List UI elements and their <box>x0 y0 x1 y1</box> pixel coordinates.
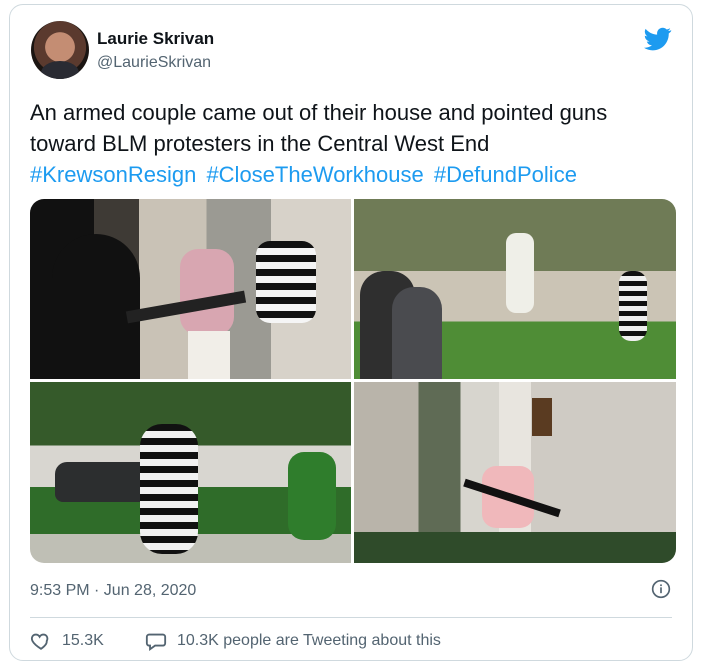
divider <box>30 617 672 618</box>
heart-icon <box>30 633 49 650</box>
tweet-text-line-2: toward BLM protesters in the Central Wes… <box>30 131 490 156</box>
hashtag-defundpolice[interactable]: #DefundPolice <box>434 162 577 187</box>
conversation-link[interactable]: 10.3K people are Tweeting about this <box>145 630 441 652</box>
twitter-bird-icon[interactable] <box>642 25 674 53</box>
author-handle[interactable]: @LaurieSkrivan <box>97 54 211 72</box>
tweet-card: Laurie Skrivan @LaurieSkrivan An armed c… <box>9 4 693 661</box>
photo-bottom-right[interactable] <box>354 382 676 563</box>
like-count: 15.3K <box>62 632 104 649</box>
author-name[interactable]: Laurie Skrivan <box>97 29 214 49</box>
hashtag-closetheworkhouse[interactable]: #CloseTheWorkhouse <box>206 162 423 187</box>
conversation-label: 10.3K people are Tweeting about this <box>177 632 441 649</box>
photo-bottom-left[interactable] <box>30 382 351 563</box>
hashtag-krewsonresign[interactable]: #KrewsonResign <box>30 162 196 187</box>
photo-top-right[interactable] <box>354 199 676 379</box>
speech-bubble-icon <box>145 633 167 652</box>
photo-top-left[interactable] <box>30 199 351 379</box>
timestamp[interactable]: 9:53 PM · Jun 28, 2020 <box>30 582 196 600</box>
media-grid <box>30 199 676 563</box>
tweet-text: An armed couple came out of their house … <box>30 97 680 190</box>
info-icon[interactable] <box>651 579 671 599</box>
tweet-hashtags: #KrewsonResign #CloseTheWorkhouse #Defun… <box>30 159 680 190</box>
like-button[interactable]: 15.3K <box>30 630 104 652</box>
avatar[interactable] <box>31 21 89 79</box>
tweet-text-line-1: An armed couple came out of their house … <box>30 100 608 125</box>
